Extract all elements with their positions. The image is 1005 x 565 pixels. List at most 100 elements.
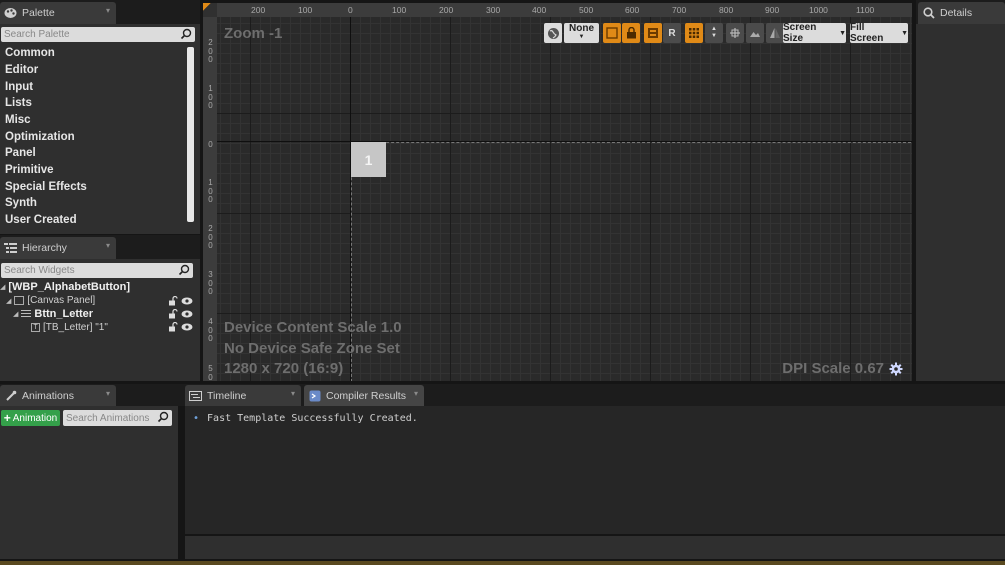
expand-arrow-icon[interactable]: ◢ bbox=[13, 310, 18, 318]
palette-category-optimization[interactable]: Optimization bbox=[5, 131, 75, 143]
palette-category-common[interactable]: Common bbox=[5, 47, 55, 59]
zoom-level: Zoom -1 bbox=[224, 25, 283, 42]
visibility-controls bbox=[168, 296, 193, 306]
hierarchy-item-canvas-panel[interactable]: ◢ [Canvas Panel] bbox=[6, 295, 95, 306]
hierarchy-icon bbox=[4, 242, 17, 255]
respect-locks-button[interactable]: R bbox=[663, 23, 681, 43]
flip-button[interactable] bbox=[766, 23, 784, 43]
add-animation-button[interactable]: + Animation bbox=[1, 410, 60, 426]
ruler-corner-marker bbox=[203, 3, 211, 11]
animations-panel bbox=[0, 406, 178, 559]
lock-icon bbox=[626, 27, 636, 39]
tab-timeline-label: Timeline bbox=[207, 390, 247, 402]
layout-toggle-button[interactable] bbox=[644, 23, 662, 43]
globe-icon bbox=[547, 27, 559, 39]
gear-icon[interactable] bbox=[889, 362, 903, 376]
palette-category-special-effects[interactable]: Special Effects bbox=[5, 181, 87, 193]
search-icon bbox=[157, 411, 169, 423]
unlock-icon[interactable] bbox=[168, 309, 178, 319]
grid-snap-value-stepper[interactable]: ▲ ▼ bbox=[705, 23, 723, 43]
status-bar-accent bbox=[0, 561, 1005, 565]
tab-menu-arrow-icon[interactable]: ▾ bbox=[106, 389, 110, 398]
culture-dropdown[interactable]: None ▼ bbox=[564, 23, 599, 43]
tab-animations-label: Animations bbox=[22, 390, 74, 402]
device-content-scale: Device Content Scale 1.0 bbox=[224, 319, 402, 336]
tab-compiler-results[interactable]: Compiler Results ▾ bbox=[304, 385, 424, 407]
ruler-tick: 5 0 bbox=[208, 364, 213, 381]
palette-category-input[interactable]: Input bbox=[5, 81, 33, 93]
palette-category-misc[interactable]: Misc bbox=[5, 114, 31, 126]
ruler-tick: 800 bbox=[719, 5, 734, 15]
grid-snap-toggle-button[interactable] bbox=[685, 23, 703, 43]
palette-category-primitive[interactable]: Primitive bbox=[5, 164, 54, 176]
palette-category-panel[interactable]: Panel bbox=[5, 147, 36, 159]
screen-size-dropdown[interactable]: Screen Size ▼ bbox=[783, 22, 846, 44]
palette-category-lists[interactable]: Lists bbox=[5, 97, 32, 109]
screen-size-label: Screen Size bbox=[783, 22, 817, 44]
ruler-tick: 3 0 0 bbox=[208, 270, 213, 296]
eye-icon[interactable] bbox=[181, 296, 193, 306]
letter-button-widget[interactable]: 1 bbox=[351, 142, 386, 177]
ruler-tick: 0 bbox=[348, 5, 353, 15]
tab-palette[interactable]: Palette ▾ bbox=[0, 2, 116, 24]
tab-menu-arrow-icon[interactable]: ▾ bbox=[106, 6, 110, 15]
ruler-tick: 1 0 0 bbox=[208, 178, 213, 204]
hierarchy-search-input[interactable]: Search Widgets bbox=[1, 263, 193, 278]
animations-search-input[interactable]: Search Animations bbox=[63, 410, 172, 426]
outline-icon bbox=[606, 27, 618, 39]
tab-menu-arrow-icon[interactable]: ▾ bbox=[414, 389, 418, 398]
unlock-icon[interactable] bbox=[168, 296, 178, 306]
ruler-tick: 400 bbox=[532, 5, 547, 15]
preview-image-button[interactable] bbox=[746, 23, 764, 43]
ruler-tick: 100 bbox=[298, 5, 313, 15]
increase-arrow-icon[interactable]: ▲ bbox=[711, 26, 717, 33]
dropdown-arrow-icon: ▼ bbox=[901, 29, 908, 37]
compiler-results-panel: • Fast Template Successfully Created. bbox=[185, 406, 1005, 534]
eye-icon[interactable] bbox=[181, 309, 193, 319]
transform-mode-button[interactable] bbox=[726, 23, 744, 43]
outline-toggle-button[interactable] bbox=[603, 23, 621, 43]
hierarchy-item-text-block[interactable]: T [TB_Letter] "1" bbox=[31, 322, 108, 333]
palette-category-editor[interactable]: Editor bbox=[5, 64, 38, 76]
fill-screen-dropdown[interactable]: Fill Screen ▼ bbox=[850, 22, 908, 44]
tab-animations[interactable]: Animations ▾ bbox=[0, 385, 116, 407]
hierarchy-canvas-panel-label: [Canvas Panel] bbox=[27, 295, 96, 306]
widget-text: 1 bbox=[364, 151, 373, 168]
tab-timeline[interactable]: Timeline ▾ bbox=[185, 385, 301, 407]
compiler-icon bbox=[308, 390, 321, 403]
decrease-arrow-icon[interactable]: ▼ bbox=[711, 33, 717, 40]
eye-icon[interactable] bbox=[181, 322, 193, 332]
palette-search-placeholder: Search Palette bbox=[4, 29, 70, 40]
hierarchy-item-root[interactable]: ◢ [WBP_AlphabetButton] bbox=[0, 281, 130, 293]
palette-scrollbar[interactable] bbox=[187, 47, 194, 222]
image-icon bbox=[750, 32, 760, 37]
palette-category-synth[interactable]: Synth bbox=[5, 197, 37, 209]
tab-menu-arrow-icon[interactable]: ▾ bbox=[291, 389, 295, 398]
bullet-icon: • bbox=[193, 413, 200, 424]
details-panel bbox=[916, 24, 1005, 381]
designer-canvas[interactable]: 1 Zoom -1 Device Content Scale 1.0 No De… bbox=[217, 17, 912, 381]
hierarchy-text-block-label: [TB_Letter] "1" bbox=[43, 322, 108, 333]
ruler-tick: 500 bbox=[579, 5, 594, 15]
lock-toggle-button[interactable] bbox=[622, 23, 640, 43]
palette-search-input[interactable]: Search Palette bbox=[1, 27, 195, 42]
horizontal-ruler: 200 100 0 100 200 300 400 500 600 700 80… bbox=[217, 3, 912, 17]
layout-icon bbox=[648, 28, 658, 38]
r-label: R bbox=[668, 27, 676, 39]
localization-globe-button[interactable] bbox=[544, 23, 562, 43]
tab-menu-arrow-icon[interactable]: ▾ bbox=[106, 241, 110, 250]
unlock-icon[interactable] bbox=[168, 322, 178, 332]
move-arrows-icon bbox=[730, 28, 740, 38]
text-block-icon: T bbox=[31, 323, 40, 332]
tab-hierarchy[interactable]: Hierarchy ▾ bbox=[0, 237, 116, 259]
designer-viewport[interactable]: 200 100 0 100 200 300 400 500 600 700 80… bbox=[203, 3, 912, 381]
palette-category-user-created[interactable]: User Created bbox=[5, 214, 77, 226]
add-animation-label: Animation bbox=[12, 412, 58, 424]
culture-dropdown-value: None bbox=[569, 23, 594, 34]
hierarchy-item-button[interactable]: ◢ Bttn_Letter bbox=[13, 308, 93, 320]
grid-icon bbox=[689, 28, 699, 38]
tab-details[interactable]: Details bbox=[918, 2, 1005, 24]
expand-arrow-icon[interactable]: ◢ bbox=[0, 283, 5, 291]
expand-arrow-icon[interactable]: ◢ bbox=[6, 297, 11, 305]
bottom-tabstrip bbox=[0, 384, 1005, 406]
